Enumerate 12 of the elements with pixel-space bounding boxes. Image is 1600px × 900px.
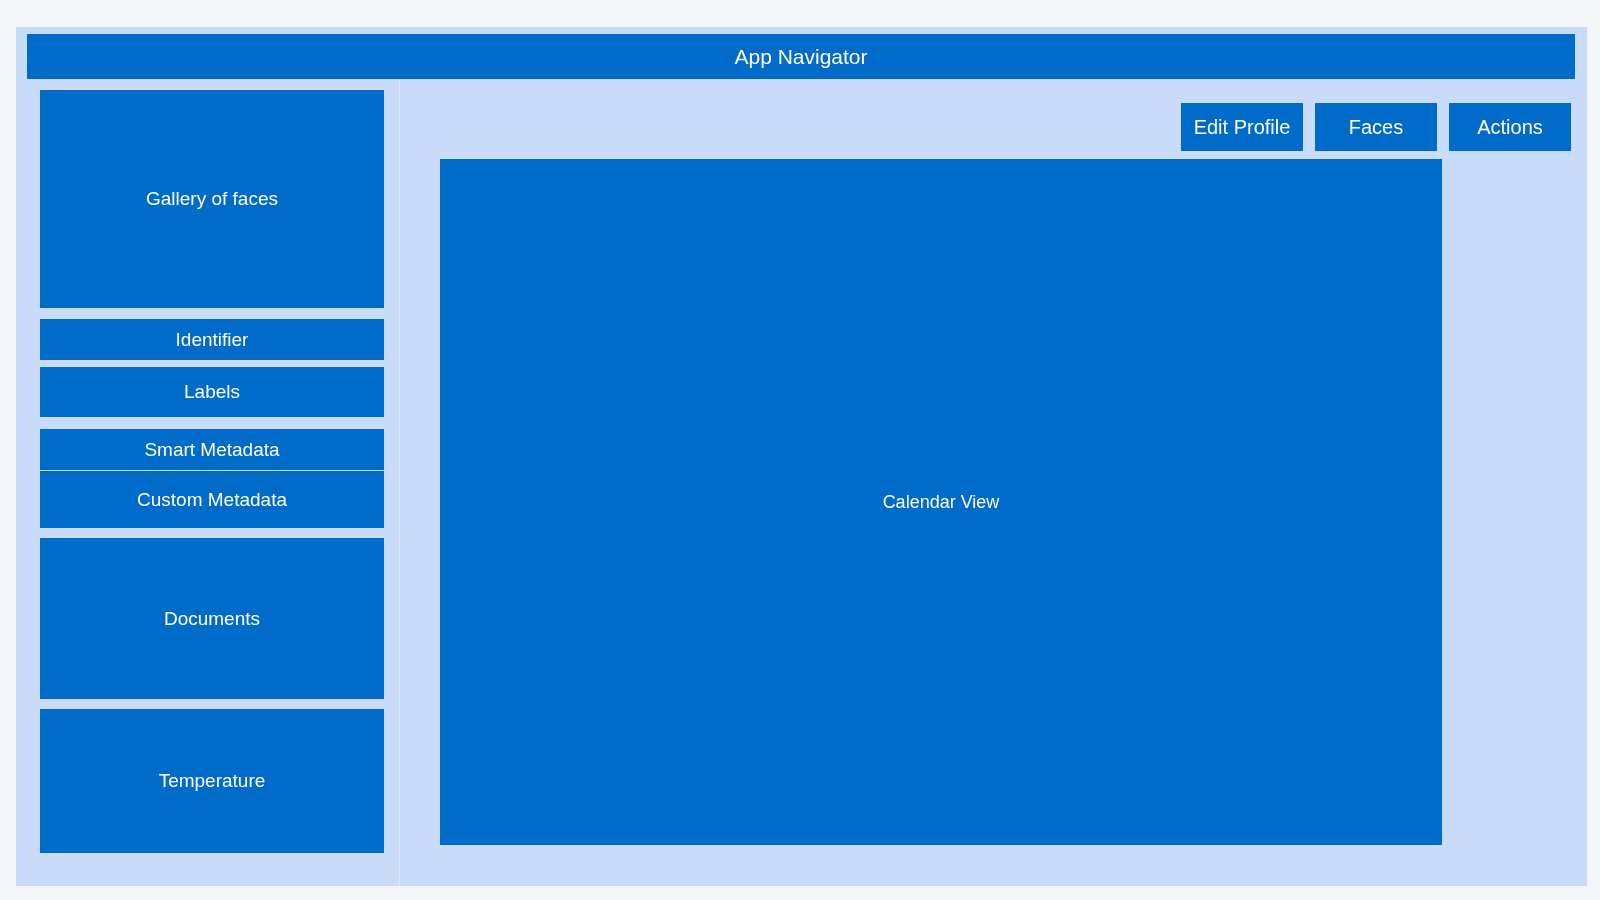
toolbar-button[interactable]: Edit Profile [1181,103,1303,151]
toolbar-button[interactable]: Faces [1315,103,1437,151]
sidebar-panel: Gallery of faces [40,90,384,308]
sidebar-panel: Smart Metadata [40,429,384,470]
sidebar-panel: Labels [40,367,384,417]
header-bar: App Navigator [27,34,1575,79]
sidebar-panel: Custom Metadata [40,471,384,528]
sidebar-panel: Temperature [40,709,384,853]
toolbar-button[interactable]: Actions [1449,103,1571,151]
sidebar-panel: Documents [40,538,384,699]
calendar-panel: Calendar View [440,159,1442,845]
sidebar-panel: Identifier [40,319,384,360]
